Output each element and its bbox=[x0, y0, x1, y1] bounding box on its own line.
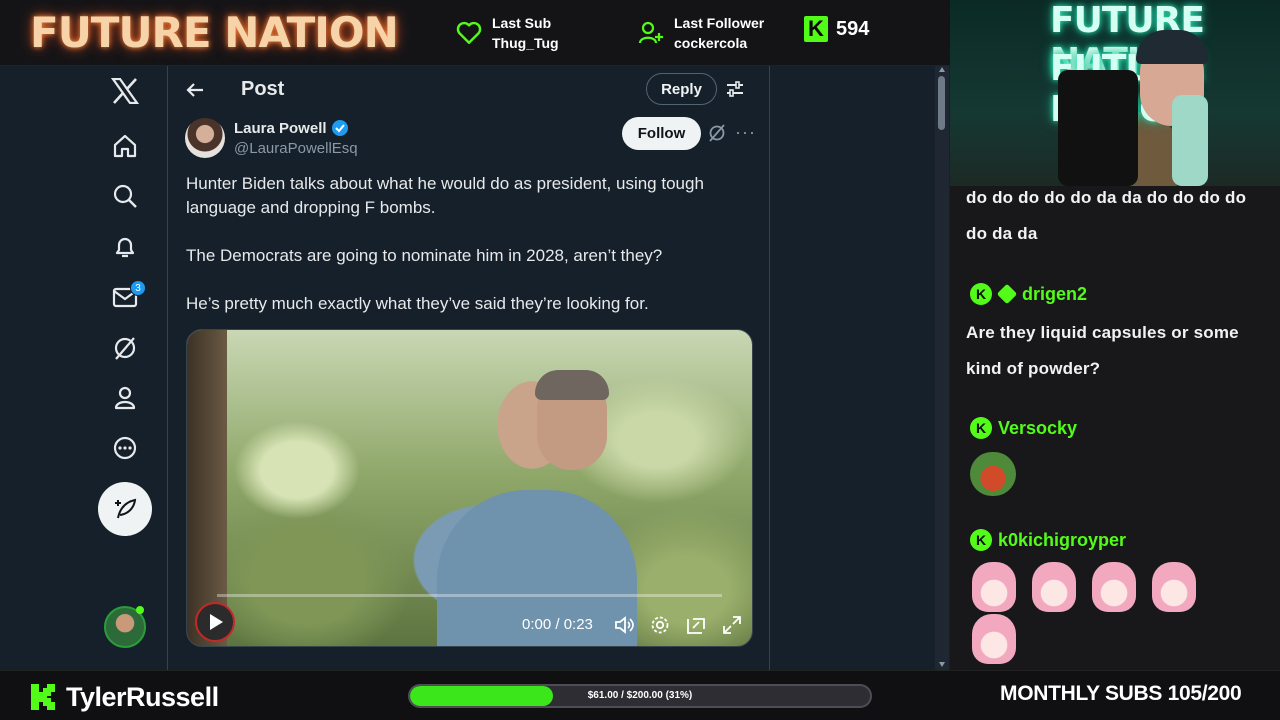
author-name[interactable]: Laura Powell bbox=[234, 120, 327, 137]
chat-message: Are they liquid capsules or some kind of… bbox=[966, 323, 1239, 378]
chat-message-continued: do do do do do da da do do do do do da d… bbox=[966, 188, 1247, 243]
add-user-icon bbox=[638, 21, 663, 44]
sub-goal-text: $61.00 / $200.00 (31%) bbox=[587, 690, 693, 701]
scrollbar[interactable] bbox=[935, 66, 949, 670]
heart-icon bbox=[456, 21, 482, 44]
monthly-subs: MONTHLY SUBS 105/200 bbox=[1000, 682, 1242, 705]
messages-badge: 3 bbox=[130, 280, 146, 296]
author-avatar[interactable] bbox=[185, 118, 225, 158]
chat-username-row: K Versocky bbox=[970, 417, 1077, 439]
streamer-name: TylerRussell bbox=[66, 682, 219, 712]
x-logo-icon[interactable] bbox=[104, 70, 146, 112]
video-progress-bar[interactable] bbox=[217, 594, 722, 597]
last-follower-label: Last Follower bbox=[674, 15, 765, 31]
grok-icon[interactable] bbox=[104, 327, 146, 369]
video-scene-hair bbox=[535, 370, 609, 400]
search-icon[interactable] bbox=[104, 175, 146, 217]
tweet-paragraph-3: He’s pretty much exactly what they’ve sa… bbox=[186, 294, 649, 313]
compose-post-button[interactable] bbox=[98, 482, 152, 536]
kick-logo-icon bbox=[31, 684, 55, 710]
kick-badge-icon: K bbox=[970, 283, 992, 305]
chat-username[interactable]: drigen2 bbox=[1022, 284, 1087, 305]
messages-icon[interactable]: 3 bbox=[104, 276, 146, 318]
online-indicator bbox=[136, 606, 144, 614]
brand-logo: FUTURE NATION bbox=[30, 8, 399, 57]
notifications-icon[interactable] bbox=[104, 226, 146, 268]
profile-icon[interactable] bbox=[104, 377, 146, 419]
kick-badge-icon: K bbox=[970, 529, 992, 551]
more-options-icon[interactable] bbox=[104, 427, 146, 469]
kick-badge-icon: K bbox=[970, 417, 992, 439]
home-icon[interactable] bbox=[104, 125, 146, 167]
webcam-feed: FUTURE NATION FUTURE NATION bbox=[950, 0, 1280, 186]
catgirl-emote-icon bbox=[1092, 562, 1136, 612]
channel-logo-play-icon[interactable] bbox=[195, 602, 235, 642]
tweet-paragraph-2: The Democrats are going to nominate him … bbox=[186, 246, 663, 265]
fullscreen-icon[interactable] bbox=[721, 614, 743, 636]
last-sub-label: Last Sub bbox=[492, 15, 552, 31]
grok-explain-icon[interactable] bbox=[708, 124, 726, 142]
chat-username-row: K drigen2 bbox=[970, 283, 1087, 305]
back-arrow-icon[interactable] bbox=[183, 78, 207, 102]
follow-button[interactable]: Follow bbox=[622, 117, 701, 150]
picture-in-picture-icon[interactable] bbox=[685, 614, 707, 636]
feather-plus-icon bbox=[115, 498, 137, 519]
last-sub-widget: Last Sub Thug_Tug bbox=[456, 13, 559, 53]
volume-icon[interactable] bbox=[613, 614, 635, 636]
kick-viewer-count: K 594 bbox=[804, 16, 869, 42]
tweet-paragraph-1: Hunter Biden talks about what he would d… bbox=[186, 174, 704, 217]
catgirl-emote-icon bbox=[972, 562, 1016, 612]
chat-username[interactable]: k0kichigroyper bbox=[998, 530, 1126, 551]
scrollbar-thumb[interactable] bbox=[938, 76, 945, 130]
chat-panel: do do do do do da da do do do do do da d… bbox=[950, 186, 1280, 670]
water-bottle bbox=[1172, 95, 1208, 186]
chair bbox=[1058, 70, 1138, 186]
post-more-icon[interactable]: ··· bbox=[735, 122, 756, 143]
sub-goal-bar: $61.00 / $200.00 (31%) bbox=[408, 684, 872, 708]
kick-logo-icon: K bbox=[804, 16, 828, 42]
last-sub-value: Thug_Tug bbox=[492, 35, 559, 51]
video-scene-tree bbox=[187, 330, 227, 646]
sliders-icon[interactable] bbox=[725, 79, 745, 99]
sub-badge-icon bbox=[996, 283, 1018, 305]
author-handle[interactable]: @LauraPowellEsq bbox=[234, 140, 358, 157]
last-follower-widget: Last Follower cockercola bbox=[638, 13, 764, 53]
reply-button[interactable]: Reply bbox=[646, 73, 717, 105]
frog-emote-icon bbox=[970, 452, 1016, 496]
catgirl-emote-icon bbox=[972, 614, 1016, 664]
scroll-up-arrow-icon[interactable] bbox=[939, 67, 945, 72]
scroll-down-arrow-icon[interactable] bbox=[939, 662, 945, 667]
catgirl-emote-icon bbox=[1032, 562, 1076, 612]
left-nav: 3 bbox=[0, 66, 168, 670]
video-time: 0:00 / 0:23 bbox=[522, 616, 593, 633]
verified-badge-icon bbox=[332, 120, 348, 136]
stream-top-bar: FUTURE NATION Last Sub Thug_Tug Last Fol… bbox=[0, 0, 950, 66]
catgirl-emote-icon bbox=[1152, 562, 1196, 612]
chat-username[interactable]: Versocky bbox=[998, 418, 1077, 439]
chat-username-row: K k0kichigroyper bbox=[970, 529, 1126, 551]
post-column: Post Reply Laura Powell @LauraPowellEsq … bbox=[169, 66, 770, 670]
video-player[interactable]: 0:00 / 0:23 bbox=[186, 329, 753, 647]
last-follower-value: cockercola bbox=[674, 35, 748, 51]
stream-bottom-bar: TylerRussell $61.00 / $200.00 (31%) MONT… bbox=[0, 670, 1280, 720]
viewer-count: 594 bbox=[836, 17, 870, 40]
settings-gear-icon[interactable] bbox=[649, 614, 671, 636]
page-title: Post bbox=[241, 78, 285, 100]
post-header: Post Reply bbox=[169, 66, 770, 112]
